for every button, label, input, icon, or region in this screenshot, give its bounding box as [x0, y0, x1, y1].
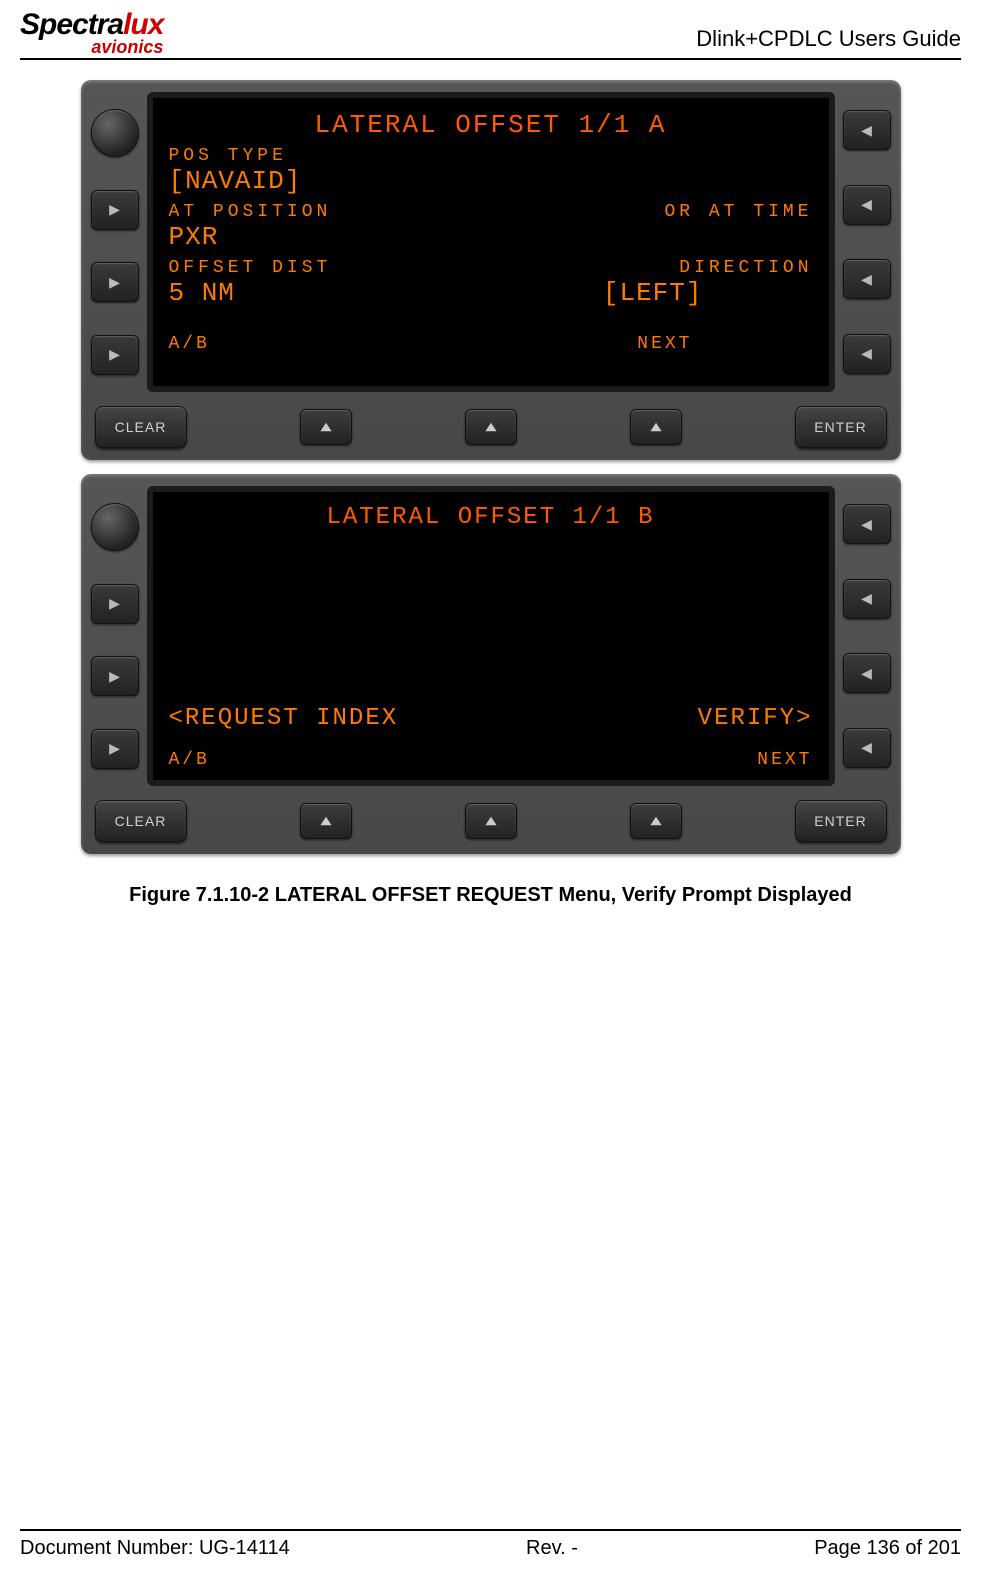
- play-right-icon: [109, 274, 120, 291]
- footer-ab: A/B: [169, 750, 210, 770]
- page-footer: Document Number: UG-14114 Rev. - Page 13…: [20, 1529, 961, 1560]
- page-number: Page 136 of 201: [814, 1537, 961, 1560]
- device-figures: LATERAL OFFSET 1/1 A POS TYPE [NAVAID] A…: [20, 80, 961, 907]
- doc-title: Dlink+CPDLC Users Guide: [696, 26, 961, 56]
- brightness-knob[interactable]: [91, 503, 139, 551]
- up-button-1[interactable]: [300, 409, 352, 445]
- offset-dist-label: OFFSET DIST: [169, 258, 332, 278]
- chevron-left-icon: [861, 739, 872, 756]
- footer-next: NEXT: [637, 334, 692, 354]
- rsk-3[interactable]: [843, 653, 891, 693]
- play-left-icon: [861, 196, 872, 213]
- logo: Spectralux avionics: [20, 10, 163, 56]
- play-right-icon: [109, 595, 120, 612]
- triangle-up-icon: [484, 420, 498, 434]
- triangle-up-icon: [649, 814, 663, 828]
- clear-button[interactable]: CLEAR: [95, 406, 187, 448]
- logo-top: Spectralux: [20, 10, 163, 40]
- up-button-2[interactable]: [465, 409, 517, 445]
- bottom-bar-b: CLEAR ENTER: [91, 800, 891, 842]
- offset-dist-value: 5 NM: [169, 278, 235, 308]
- cdu-screen-b: LATERAL OFFSET 1/1 B <REQUEST INDEX VERI…: [147, 486, 835, 786]
- device-panel-a: LATERAL OFFSET 1/1 A POS TYPE [NAVAID] A…: [81, 80, 901, 460]
- play-right-icon: [109, 201, 120, 218]
- play-right-icon: [109, 346, 120, 363]
- triangle-up-icon: [319, 814, 333, 828]
- play-left-icon: [861, 516, 872, 533]
- direction-value: [LEFT]: [603, 278, 703, 308]
- clear-button[interactable]: CLEAR: [95, 800, 187, 842]
- bottom-bar-a: CLEAR ENTER: [91, 406, 891, 448]
- left-side-buttons: [91, 486, 139, 786]
- brightness-knob[interactable]: [91, 109, 139, 157]
- triangle-up-icon: [484, 814, 498, 828]
- at-position-value: PXR: [169, 222, 813, 252]
- play-left-icon: [861, 122, 872, 139]
- request-index-label: <REQUEST INDEX: [169, 705, 399, 732]
- play-left-icon: [861, 590, 872, 607]
- pos-type-label: POS TYPE: [169, 146, 813, 166]
- rsk-2[interactable]: [843, 579, 891, 619]
- page-chevron-left[interactable]: [843, 334, 891, 374]
- footer-ab: A/B: [169, 334, 210, 354]
- or-at-time-label: OR AT TIME: [664, 202, 812, 222]
- footer-next: NEXT: [757, 750, 812, 770]
- lsk-1[interactable]: [91, 584, 139, 624]
- screen-title: LATERAL OFFSET 1/1 A: [169, 110, 813, 140]
- play-right-icon: [109, 668, 120, 685]
- page-header: Spectralux avionics Dlink+CPDLC Users Gu…: [20, 10, 961, 60]
- cdu-screen-a: LATERAL OFFSET 1/1 A POS TYPE [NAVAID] A…: [147, 92, 835, 392]
- up-button-1[interactable]: [300, 803, 352, 839]
- triangle-up-icon: [319, 420, 333, 434]
- lsk-1[interactable]: [91, 190, 139, 230]
- verify-label: VERIFY>: [698, 705, 813, 732]
- chevron-left-icon: [861, 345, 872, 362]
- up-button-3[interactable]: [630, 803, 682, 839]
- up-button-3[interactable]: [630, 409, 682, 445]
- revision: Rev. -: [526, 1537, 578, 1560]
- rsk-3[interactable]: [843, 259, 891, 299]
- direction-label: DIRECTION: [679, 258, 812, 278]
- doc-number: Document Number: UG-14114: [20, 1537, 290, 1560]
- play-left-icon: [861, 665, 872, 682]
- pos-type-value: [NAVAID]: [169, 166, 813, 196]
- play-right-icon: [109, 740, 120, 757]
- logo-bottom: avionics: [20, 38, 163, 56]
- right-side-buttons: [843, 92, 891, 392]
- right-side-buttons: [843, 486, 891, 786]
- lsk-3[interactable]: [91, 335, 139, 375]
- rsk-2[interactable]: [843, 185, 891, 225]
- device-panel-b: LATERAL OFFSET 1/1 B <REQUEST INDEX VERI…: [81, 474, 901, 854]
- lsk-2[interactable]: [91, 656, 139, 696]
- page-chevron-left[interactable]: [843, 728, 891, 768]
- play-left-icon: [861, 271, 872, 288]
- enter-button[interactable]: ENTER: [795, 800, 887, 842]
- left-side-buttons: [91, 92, 139, 392]
- lsk-3[interactable]: [91, 729, 139, 769]
- lsk-2[interactable]: [91, 262, 139, 302]
- figure-caption: Figure 7.1.10-2 LATERAL OFFSET REQUEST M…: [129, 884, 852, 907]
- rsk-1[interactable]: [843, 504, 891, 544]
- up-button-2[interactable]: [465, 803, 517, 839]
- screen-title: LATERAL OFFSET 1/1 B: [169, 504, 813, 531]
- enter-button[interactable]: ENTER: [795, 406, 887, 448]
- rsk-1[interactable]: [843, 110, 891, 150]
- at-position-label: AT POSITION: [169, 202, 332, 222]
- triangle-up-icon: [649, 420, 663, 434]
